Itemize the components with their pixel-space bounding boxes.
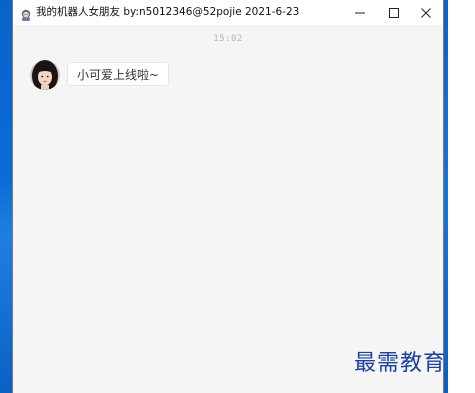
maximize-icon — [389, 3, 399, 22]
desktop-background-left — [0, 0, 12, 393]
message-timestamp: 15:02 — [213, 34, 243, 44]
watermark-logo: 最需教育 — [354, 351, 447, 376]
chat-message-area[interactable]: 15:02 小可爱上线啦~ — [13, 25, 443, 393]
message-text: 小可爱上线啦~ — [77, 67, 160, 82]
close-icon — [421, 3, 431, 22]
minimize-icon — [355, 3, 365, 22]
app-robot-icon — [20, 6, 32, 21]
desktop-edge-right — [444, 0, 448, 393]
maximize-button[interactable] — [377, 0, 411, 25]
desktop-background-right — [444, 0, 475, 393]
title-bar[interactable]: 我的机器人女朋友 by:n5012346@52pojie 2021-6-23 — [13, 0, 443, 25]
close-button[interactable] — [409, 0, 443, 25]
message-bubble[interactable]: 小可爱上线啦~ — [67, 62, 170, 86]
window-title: 我的机器人女朋友 by:n5012346@52pojie 2021-6-23 — [36, 6, 300, 18]
chat-window: 我的机器人女朋友 by:n5012346@52pojie 2021-6-23 1… — [12, 0, 444, 393]
minimize-button[interactable] — [343, 0, 377, 25]
bot-avatar[interactable] — [30, 60, 60, 90]
